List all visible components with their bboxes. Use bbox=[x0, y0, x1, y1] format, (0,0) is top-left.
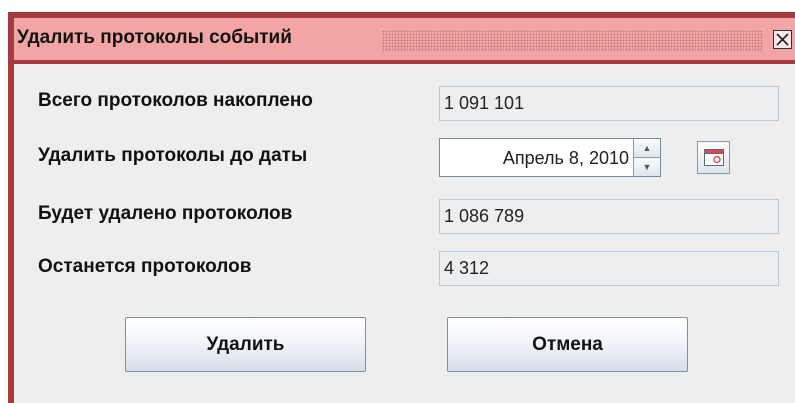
spin-up-icon: ▲ bbox=[642, 143, 652, 153]
calendar-button[interactable] bbox=[697, 141, 730, 174]
date-spinner[interactable]: Апрель 8, 2010 ▲ ▼ bbox=[439, 138, 661, 177]
total-logs-label: Всего протоколов накоплено bbox=[38, 90, 313, 111]
close-button[interactable] bbox=[773, 30, 792, 49]
delete-button[interactable]: Удалить bbox=[125, 317, 366, 372]
close-icon bbox=[776, 33, 789, 46]
spin-down-button[interactable]: ▼ bbox=[633, 158, 660, 176]
delete-logs-dialog: Удалить протоколы событий Всего протокол… bbox=[8, 12, 795, 403]
cancel-button[interactable]: Отмена bbox=[447, 317, 688, 372]
calendar-icon bbox=[704, 149, 724, 166]
spin-down-icon: ▼ bbox=[642, 162, 652, 172]
remaining-label: Останется протоколов bbox=[38, 256, 252, 277]
dialog-title: Удалить протоколы событий bbox=[17, 27, 292, 48]
title-bar[interactable]: Удалить протоколы событий bbox=[14, 18, 795, 60]
will-delete-field: 1 086 789 bbox=[439, 199, 779, 234]
delete-before-date-label: Удалить протоколы до даты bbox=[38, 145, 308, 166]
spin-up-button[interactable]: ▲ bbox=[633, 139, 660, 158]
dialog-content: Всего протоколов накоплено 1 091 101 Уда… bbox=[14, 64, 795, 403]
date-value[interactable]: Апрель 8, 2010 bbox=[503, 148, 629, 169]
will-delete-label: Будет удалено протоколов bbox=[38, 203, 293, 224]
remaining-field: 4 312 bbox=[439, 251, 779, 286]
total-logs-field: 1 091 101 bbox=[439, 86, 779, 121]
title-bar-grip bbox=[382, 30, 763, 52]
